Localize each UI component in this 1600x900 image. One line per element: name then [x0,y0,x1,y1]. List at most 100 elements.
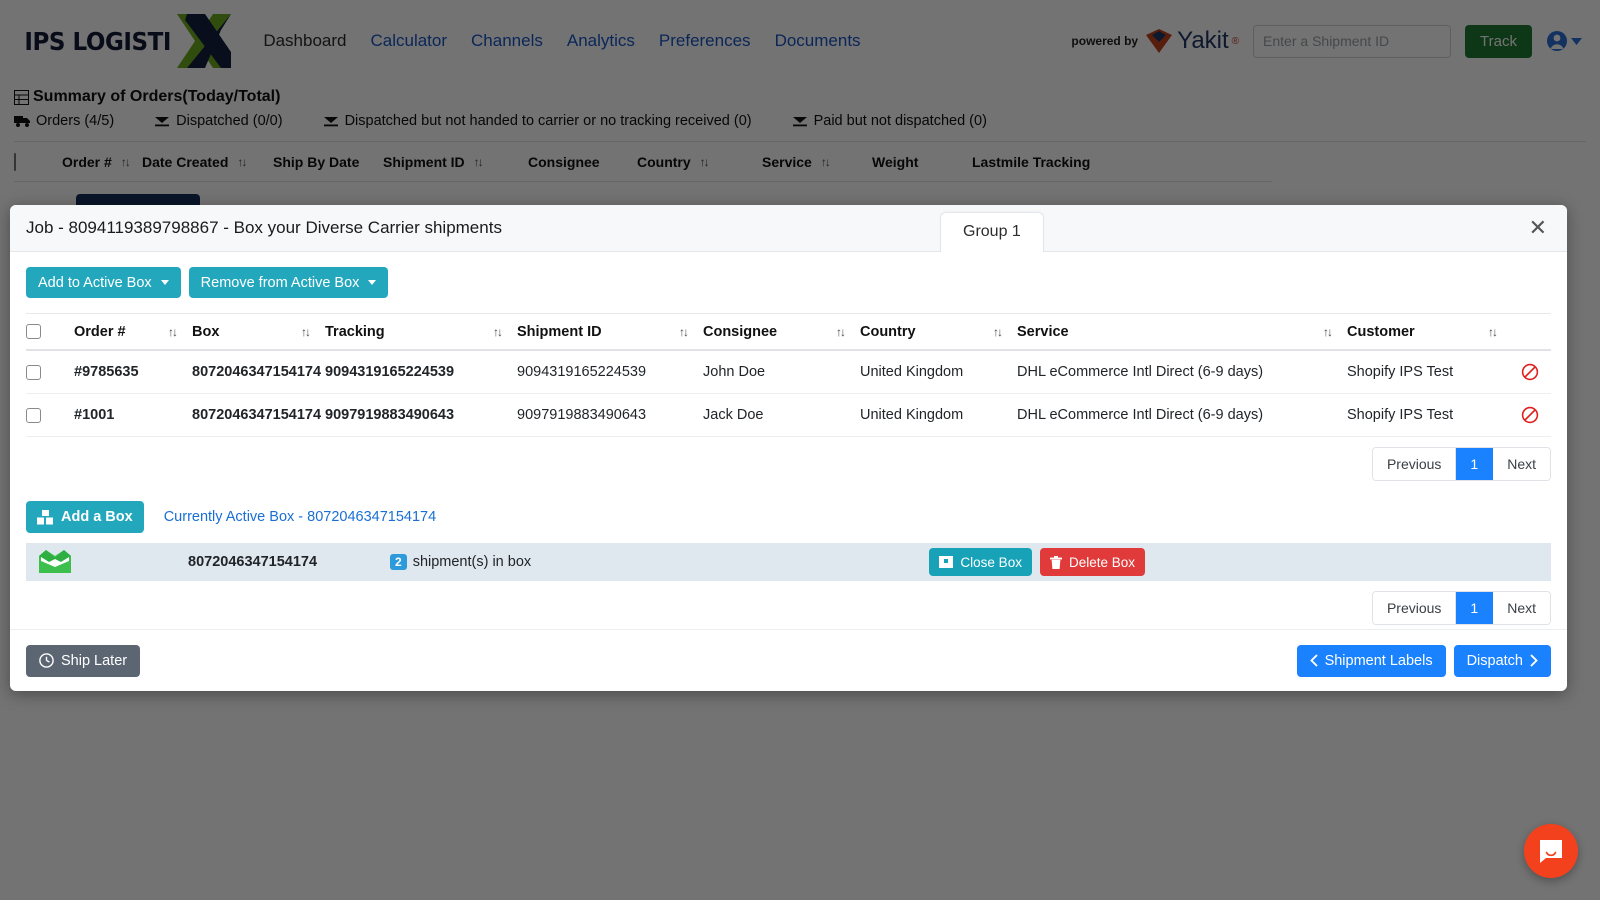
pagination-group: Previous 1 Next [1371,447,1551,481]
modal-body: Add to Active Box Remove from Active Box… [10,252,1567,629]
cell-shipment-id: 9097919883490643 [517,407,647,423]
modal-footer: Ship Later Shipment Labels Dispatch [10,629,1567,691]
chat-bubble-icon [1537,837,1565,865]
shipments-table: Order # ↑↓ Box ↑↓ Tracking ↑↓ Shipment ID ↑↓… [26,313,1551,437]
page-root: IPS LOGISTI Dashboard Calculator Channel… [0,0,1600,900]
sort-icon[interactable]: ↑↓ [168,325,178,339]
cell-order: #9785635 [74,364,139,380]
add-to-active-box-label: Add to Active Box [38,274,152,291]
ban-icon[interactable] [1521,406,1539,424]
sort-icon[interactable]: ↑↓ [493,325,503,339]
select-all-checkbox[interactable] [26,324,41,339]
close-box-button[interactable]: Close Box [929,548,1032,576]
sort-icon[interactable]: ↑↓ [301,325,311,339]
header-select-all-cell[interactable] [26,324,74,339]
col-customer[interactable]: Customer ↑↓ [1347,324,1512,340]
box-icon [939,556,954,568]
table-row[interactable]: #1001 8072046347154174 9097919883490643 … [26,394,1551,437]
cell-customer: Shopify IPS Test [1347,407,1454,423]
chevron-left-icon [1309,654,1318,667]
pagination-page-1[interactable]: 1 [1456,448,1494,480]
col-order[interactable]: Order # ↑↓ [74,324,192,340]
dispatch-button[interactable]: Dispatch [1453,644,1551,677]
remove-from-active-box-button[interactable]: Remove from Active Box [188,267,389,298]
pagination-group: Previous 1 Next [1371,591,1551,625]
sort-icon[interactable]: ↑↓ [679,325,689,339]
shipment-count-badge: 2 [390,554,407,570]
pagination-next[interactable]: Next [1493,448,1550,480]
box-number: 8072046347154174 [188,554,318,570]
row-checkbox[interactable] [26,364,41,380]
box-shipment-count: 2 shipment(s) in box [380,554,929,570]
col-service[interactable]: Service ↑↓ [1017,324,1347,340]
close-icon[interactable]: ✕ [1529,217,1547,239]
remove-from-active-box-label: Remove from Active Box [200,274,360,291]
sort-icon[interactable]: ↑↓ [1488,325,1498,339]
table-row[interactable]: #9785635 8072046347154174 90943191652245… [26,351,1551,394]
cell-country: United Kingdom [860,407,964,423]
cell-order: #1001 [74,407,115,423]
footer-actions: Shipment Labels Dispatch [1296,644,1551,677]
cell-shipment-id: 9094319165224539 [517,364,647,380]
sort-icon[interactable]: ↑↓ [836,325,846,339]
chevron-down-icon [160,280,169,285]
sort-icon[interactable]: ↑↓ [1323,325,1333,339]
boxes-pagination: Previous 1 Next [26,591,1551,625]
shipments-table-header: Order # ↑↓ Box ↑↓ Tracking ↑↓ Shipment ID ↑↓… [26,313,1551,351]
boxes-icon [37,509,54,525]
pagination-previous[interactable]: Previous [1372,448,1457,480]
box-controls: Add a Box Currently Active Box - 8072046… [26,501,1551,533]
box-shipments-modal: Job - 8094119389798867 - Box your Divers… [10,205,1567,691]
open-box-icon [38,549,90,575]
shipment-count-label: shipment(s) in box [412,554,532,570]
add-to-active-box-button[interactable]: Add to Active Box [26,267,181,298]
sort-icon[interactable]: ↑↓ [993,325,1003,339]
boxes-pagination-previous[interactable]: Previous [1372,592,1457,624]
box-row[interactable]: 8072046347154174 2 shipment(s) in box Cl… [26,543,1551,581]
ship-later-label: Ship Later [61,652,128,669]
clock-icon [39,653,54,668]
chat-launcher-button[interactable] [1524,824,1578,878]
cell-consignee: Jack Doe [703,407,764,423]
ban-icon[interactable] [1521,363,1539,381]
shipments-pagination: Previous 1 Next [26,447,1551,481]
col-box[interactable]: Box ↑↓ [192,324,325,340]
cell-service: DHL eCommerce Intl Direct (6-9 days) [1017,364,1264,380]
boxes-pagination-page-1[interactable]: 1 [1456,592,1494,624]
trash-icon [1049,555,1062,569]
row-select-cell[interactable] [26,364,74,380]
add-a-box-button[interactable]: Add a Box [26,501,144,533]
cell-box: 8072046347154174 [192,407,322,423]
delete-box-label: Delete Box [1068,554,1135,570]
cell-country: United Kingdom [860,364,964,380]
currently-active-box-link[interactable]: Currently Active Box - 8072046347154174 [164,509,436,525]
cell-actions [1512,363,1551,381]
row-select-cell[interactable] [26,407,74,423]
close-box-label: Close Box [960,554,1022,570]
cell-customer: Shopify IPS Test [1347,364,1454,380]
cell-actions [1512,406,1551,424]
cell-tracking: 9097919883490643 [325,407,455,423]
box-row-buttons: Close Box Delete Box [929,548,1551,576]
modal-header: Job - 8094119389798867 - Box your Divers… [10,205,1567,252]
col-consignee[interactable]: Consignee ↑↓ [703,324,860,340]
row-checkbox[interactable] [26,407,41,423]
delete-box-button[interactable]: Delete Box [1039,548,1145,576]
dispatch-label: Dispatch [1466,652,1523,669]
shipment-labels-label: Shipment Labels [1324,652,1433,669]
cell-tracking: 9094319165224539 [325,364,455,380]
chevron-right-icon [1530,654,1538,667]
cell-service: DHL eCommerce Intl Direct (6-9 days) [1017,407,1264,423]
col-shipment-id[interactable]: Shipment ID ↑↓ [517,324,703,340]
chevron-down-icon [368,280,377,285]
col-country[interactable]: Country ↑↓ [860,324,1017,340]
box-action-toolbar: Add to Active Box Remove from Active Box [26,252,1551,298]
modal-title: Job - 8094119389798867 - Box your Divers… [26,218,502,237]
shipment-labels-button[interactable]: Shipment Labels [1296,644,1446,677]
cell-consignee: John Doe [703,364,766,380]
boxes-pagination-next[interactable]: Next [1493,592,1550,624]
ship-later-button[interactable]: Ship Later [26,644,141,677]
add-a-box-label: Add a Box [61,509,133,525]
tab-group-1[interactable]: Group 1 [940,212,1044,252]
col-tracking[interactable]: Tracking ↑↓ [325,324,517,340]
